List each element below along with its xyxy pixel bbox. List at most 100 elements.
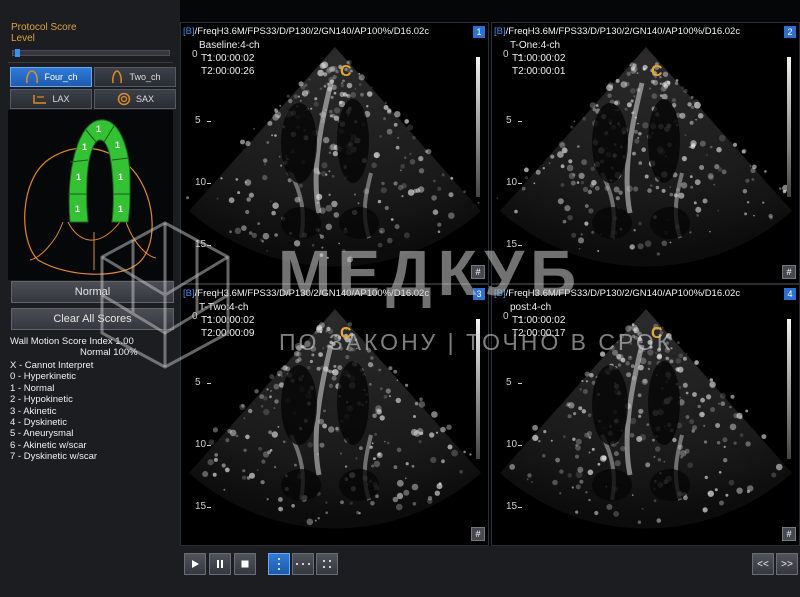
watermark-subtitle: ПО ЗАКОНУ | ТОЧНО В СРОК [279,329,674,355]
view-lax-label: LAX [52,94,70,104]
depth-tick-mark [207,445,211,446]
depth-tick-label: 5 [506,377,512,388]
grid-dots-icon [323,560,331,568]
acquisition-params: [B]/FreqH3.6M/FPS33/D/P130/2/GN140/AP100… [494,26,740,37]
segment-score[interactable]: 1 [115,140,120,150]
lax-icon [33,95,47,104]
pause-button[interactable] [209,553,231,575]
legend-item: 6 - Akinetic w/scar [10,439,87,451]
next-button[interactable]: >> [776,553,798,575]
pause-icon [217,560,223,568]
viewport-number-badge[interactable]: 2 [784,26,796,38]
gray-scale-bar [476,57,480,197]
echo-viewport-4[interactable]: [B]/FreqH3.6M/FPS33/D/P130/2/GN140/AP100… [491,284,800,546]
view-two-ch-label: Two_ch [129,72,161,82]
sax-icon [117,92,131,106]
acquisition-params: [B]/FreqH3.6M/FPS33/D/P130/2/GN140/AP100… [183,26,429,37]
params-text: /FreqH3.6M/FPS33/D/P130/2/GN140/AP100%/D… [194,26,430,37]
single-view-layout-button[interactable] [268,553,290,575]
depth-tick-label: 15 [506,501,518,512]
orientation-marker: C [651,63,663,80]
depth-tick-label: 10 [506,439,518,450]
divider [8,62,173,63]
legend-item: 7 - Dyskinetic w/scar [10,451,98,463]
hash-button[interactable]: # [782,265,796,279]
segment-score[interactable]: 1 [118,204,123,214]
legend-item: 4 - Dyskinetic [10,417,68,429]
view-lax-button[interactable]: LAX [10,89,92,109]
view-sax-label: SAX [135,94,154,104]
grid-layout-button[interactable] [316,553,338,575]
row-layout-button[interactable] [292,553,314,575]
depth-tick-label: 0 [503,49,509,60]
depth-tick-label: 5 [195,115,201,126]
depth-tick-mark [207,55,211,56]
level-slider-thumb[interactable] [15,49,21,57]
params-text: /FreqH3.6M/FPS33/D/P130/2/GN140/AP100%/D… [505,26,741,37]
depth-tick-label: 10 [195,177,207,188]
segment-score[interactable]: 1 [82,142,87,152]
depth-tick-mark [518,507,522,508]
t2-time: T2:00:00:26 [201,66,255,77]
depth-tick-label: 10 [506,177,518,188]
stop-button[interactable] [234,553,256,575]
depth-tick-label: 0 [192,49,198,60]
depth-tick-label: 15 [195,501,207,512]
two-chamber-icon [112,70,123,84]
level-label: Level [11,33,35,44]
view-label: T-One:4-ch [510,40,561,51]
depth-tick-mark [207,383,211,384]
playback-toolbar: << >> [180,546,800,597]
legend-item: 1 - Normal [10,382,55,394]
view-two-ch-button[interactable]: Two_ch [94,67,176,87]
hash-button[interactable]: # [782,527,796,541]
legend-item: 0 - Hyperkinetic [10,371,76,383]
mode-bracket: [B] [494,26,506,37]
depth-tick-label: 0 [503,311,509,322]
protocol-score-label: Protocol Score [11,22,77,33]
legend-item: 5 - Aneurysmal [10,428,74,440]
segment-score[interactable]: 1 [118,172,123,182]
previous-button[interactable]: << [752,553,774,575]
horizontal-dots-icon [296,563,310,565]
orientation-marker: C [340,63,352,80]
gray-scale-bar [787,57,791,197]
segment-score[interactable]: 1 [96,124,101,134]
segment-score[interactable]: 1 [76,172,81,182]
depth-tick-mark [207,121,211,122]
watermark-cube-logo [100,221,230,369]
legend-item: X - Cannot Interpret [10,360,94,371]
depth-tick-mark [207,507,211,508]
level-slider[interactable] [12,50,170,56]
depth-tick-mark [518,317,522,318]
depth-tick-label: 10 [195,439,207,450]
depth-tick-mark [518,445,522,446]
viewport-number-badge[interactable]: 1 [473,26,485,38]
hash-button[interactable]: # [471,527,485,541]
view-sax-button[interactable]: SAX [94,89,176,109]
mode-bracket: [B] [183,26,195,37]
viewport-number-badge[interactable]: 4 [784,288,796,300]
stop-icon [241,560,249,568]
depth-tick-mark [518,121,522,122]
depth-tick-mark [518,183,522,184]
view-four-ch-label: Four_ch [44,72,78,82]
legend-item: 2 - Hypokinetic [10,394,73,406]
gray-scale-bar [787,319,791,459]
t2-time: T2:00:00:01 [512,66,566,77]
play-button[interactable] [184,553,206,575]
depth-tick-mark [207,183,211,184]
depth-tick-label: 5 [195,377,201,388]
depth-tick-label: 5 [506,115,512,126]
score-legend: X - Cannot Interpret 0 - Hyperkinetic 1 … [10,360,97,463]
view-label: Baseline:4-ch [199,40,260,51]
segment-score[interactable]: 1 [75,204,80,214]
four-chamber-icon [26,70,39,84]
watermark-title: МЕДКУБ [278,237,583,309]
depth-tick-mark [518,55,522,56]
play-icon [192,560,199,568]
view-four-ch-button[interactable]: Four_ch [10,67,92,87]
vertical-dots-icon [278,558,280,570]
depth-tick-mark [518,383,522,384]
legend-item: 3 - Akinetic [10,405,57,417]
